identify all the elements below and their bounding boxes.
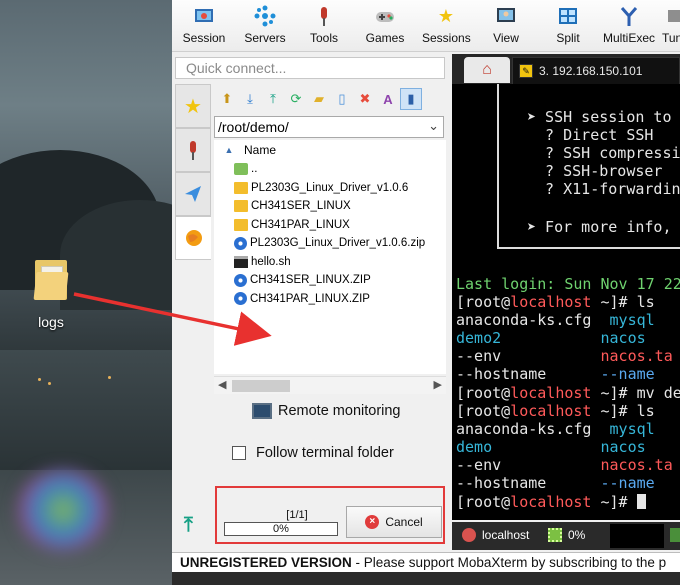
drag-arrow bbox=[73, 292, 272, 346]
